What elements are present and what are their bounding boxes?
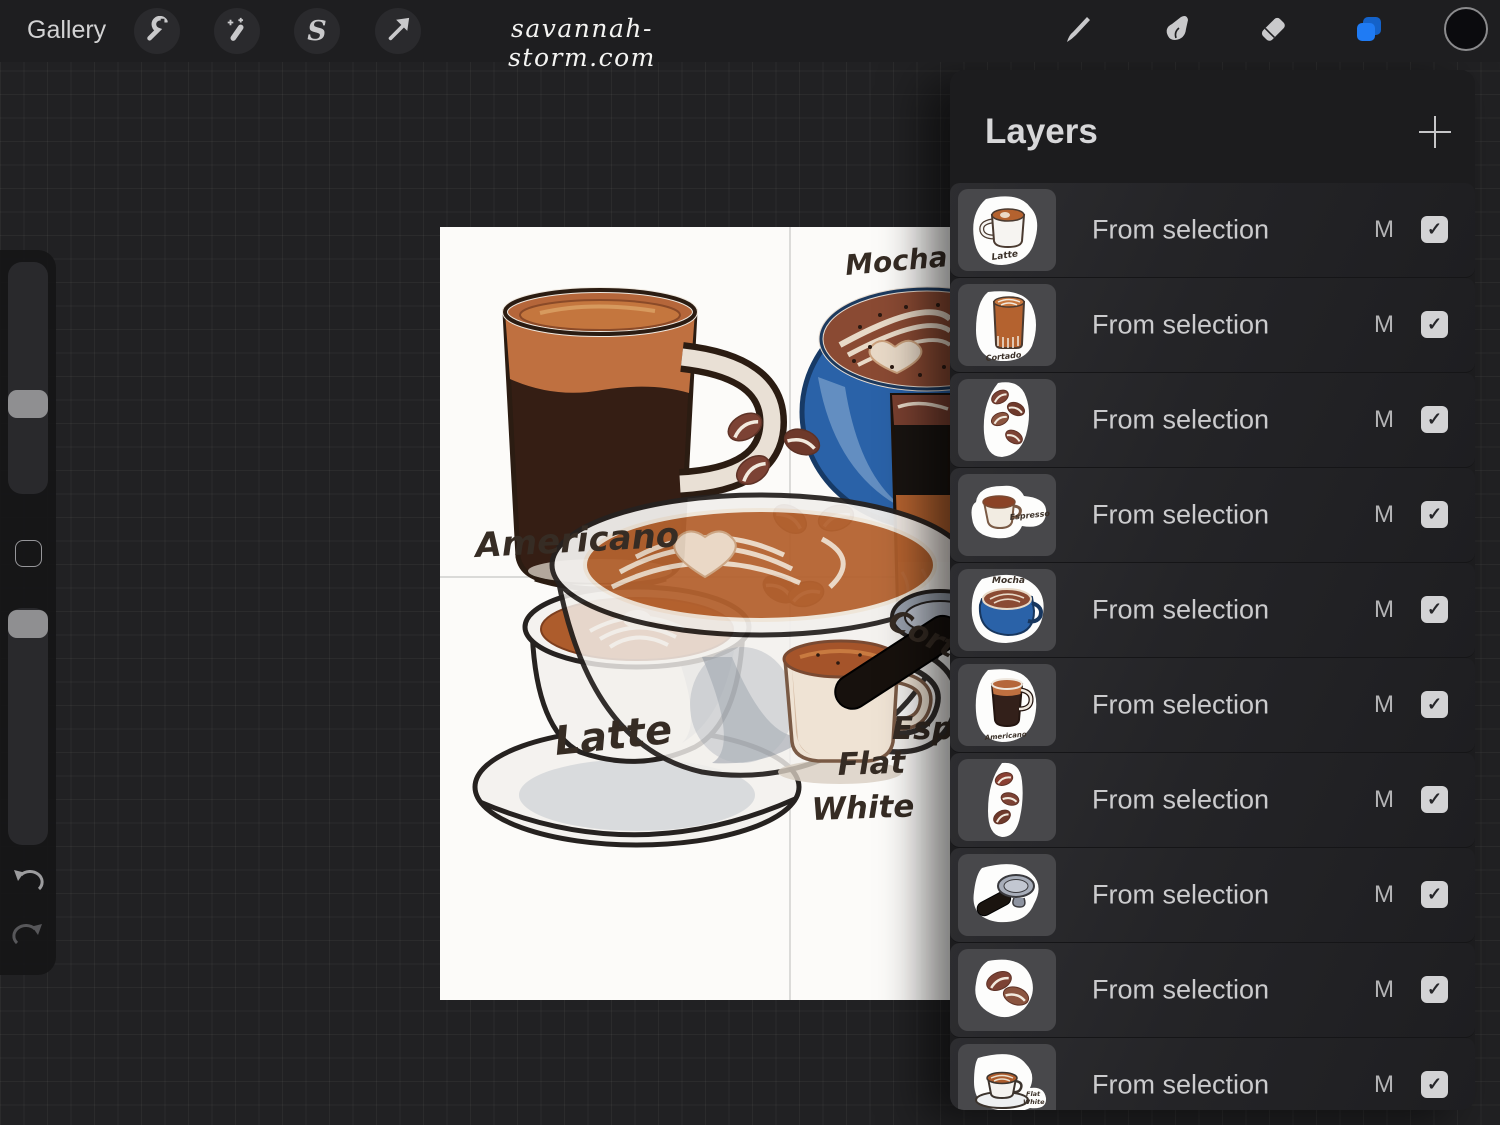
blend-mode-button[interactable]: M xyxy=(1370,501,1398,529)
layer-thumbnail-americano[interactable]: Americano xyxy=(958,664,1056,746)
modify-button[interactable] xyxy=(15,540,42,567)
blend-mode-button[interactable]: M xyxy=(1370,216,1398,244)
blend-mode-button[interactable]: M xyxy=(1370,596,1398,624)
brush-opacity-handle[interactable] xyxy=(8,610,48,638)
document-title: savannah-storm.com xyxy=(448,14,716,72)
blend-mode-button[interactable]: M xyxy=(1370,976,1398,1004)
undo-icon[interactable] xyxy=(11,868,45,896)
selection-s-icon: S xyxy=(307,16,327,47)
layer-visibility-checkbox[interactable] xyxy=(1421,501,1448,528)
svg-text:White: White xyxy=(1023,1098,1045,1106)
brush-size-slider[interactable] xyxy=(8,262,48,494)
top-toolbar: Gallery S savannah-storm.com xyxy=(0,0,1500,62)
layer-row[interactable]: From selection M xyxy=(950,373,1475,468)
blend-mode-button[interactable]: M xyxy=(1370,406,1398,434)
layers-button[interactable] xyxy=(1346,8,1392,54)
blend-mode-button[interactable]: M xyxy=(1370,786,1398,814)
layer-row[interactable]: From selection M xyxy=(950,753,1475,848)
layer-thumbnail-flat-white[interactable]: Flat White xyxy=(958,1044,1056,1110)
layer-visibility-checkbox[interactable] xyxy=(1421,406,1448,433)
layer-name[interactable]: From selection xyxy=(1092,405,1269,436)
layer-visibility-checkbox[interactable] xyxy=(1421,881,1448,908)
layer-thumbnail-beans[interactable] xyxy=(958,379,1056,461)
layers-panel: Layers Latte From selec xyxy=(950,70,1475,1110)
svg-text:Mocha: Mocha xyxy=(992,576,1025,586)
layer-visibility-checkbox[interactable] xyxy=(1421,216,1448,243)
svg-text:Esp: Esp xyxy=(892,711,950,747)
svg-text:White: White xyxy=(811,788,915,828)
layers-icon xyxy=(1353,13,1385,50)
layer-thumbnail-cortado[interactable]: Cortado xyxy=(958,284,1056,366)
eraser-button[interactable] xyxy=(1250,8,1296,54)
eraser-icon xyxy=(1258,14,1288,49)
layer-visibility-checkbox[interactable] xyxy=(1421,1071,1448,1098)
wrench-icon xyxy=(144,16,170,47)
color-button[interactable] xyxy=(1443,8,1489,54)
layer-name[interactable]: From selection xyxy=(1092,595,1269,626)
layer-row[interactable]: Cortado From selection M xyxy=(950,278,1475,373)
transform-arrow-icon xyxy=(385,16,411,47)
layer-name[interactable]: From selection xyxy=(1092,500,1269,531)
blend-mode-button[interactable]: M xyxy=(1370,1071,1398,1099)
layers-panel-title: Layers xyxy=(985,112,1098,152)
svg-text:Flat: Flat xyxy=(837,745,907,783)
layer-thumbnail-beans[interactable] xyxy=(958,759,1056,841)
layer-thumbnail-portafilter[interactable] xyxy=(958,854,1056,936)
layer-visibility-checkbox[interactable] xyxy=(1421,976,1448,1003)
color-circle-icon xyxy=(1443,6,1489,57)
brush-opacity-slider[interactable] xyxy=(8,608,48,845)
layer-name[interactable]: From selection xyxy=(1092,690,1269,721)
svg-text:Mocha: Mocha xyxy=(844,240,949,282)
plus-icon xyxy=(1417,137,1453,154)
layer-list: Latte From selection M Cortado From sele… xyxy=(950,183,1475,1110)
layer-name[interactable]: From selection xyxy=(1092,310,1269,341)
adjustments-button[interactable] xyxy=(214,8,260,54)
drawing-canvas[interactable]: Americano Mocha Latte Cort Esp Flat Whit… xyxy=(440,227,950,1000)
layer-row[interactable]: Mocha From selection M xyxy=(950,563,1475,658)
svg-text:Flat: Flat xyxy=(1026,1090,1041,1098)
blend-mode-button[interactable]: M xyxy=(1370,311,1398,339)
brush-sidebar xyxy=(0,250,56,975)
layer-row[interactable]: Espresso From selection M xyxy=(950,468,1475,563)
layer-thumbnail-espresso[interactable]: Espresso xyxy=(958,474,1056,556)
brush-size-handle[interactable] xyxy=(8,390,48,418)
layer-visibility-checkbox[interactable] xyxy=(1421,786,1448,813)
layer-visibility-checkbox[interactable] xyxy=(1421,311,1448,338)
smudge-icon xyxy=(1161,14,1191,49)
blend-mode-button[interactable]: M xyxy=(1370,691,1398,719)
brush-button[interactable] xyxy=(1055,8,1101,54)
layer-row[interactable]: From selection M xyxy=(950,943,1475,1038)
layer-thumbnail-beans[interactable] xyxy=(958,949,1056,1031)
layer-name[interactable]: From selection xyxy=(1092,215,1269,246)
layer-name[interactable]: From selection xyxy=(1092,785,1269,816)
layer-name[interactable]: From selection xyxy=(1092,880,1269,911)
actions-button[interactable] xyxy=(134,8,180,54)
layer-row[interactable]: Latte From selection M xyxy=(950,183,1475,278)
transform-button[interactable] xyxy=(375,8,421,54)
layer-thumbnail-latte[interactable]: Latte xyxy=(958,189,1056,271)
layer-thumbnail-mocha[interactable]: Mocha xyxy=(958,569,1056,651)
layer-visibility-checkbox[interactable] xyxy=(1421,596,1448,623)
smudge-button[interactable] xyxy=(1153,8,1199,54)
layer-name[interactable]: From selection xyxy=(1092,1070,1269,1101)
layer-row[interactable]: Flat White From selection M xyxy=(950,1038,1475,1110)
coffee-illustration: Americano Mocha Latte Cort Esp Flat Whit… xyxy=(440,227,950,1000)
selection-button[interactable]: S xyxy=(294,8,340,54)
layer-row[interactable]: From selection M xyxy=(950,848,1475,943)
gallery-button[interactable]: Gallery xyxy=(27,16,106,45)
add-layer-button[interactable] xyxy=(1417,114,1453,150)
layer-row[interactable]: Americano From selection M xyxy=(950,658,1475,753)
redo-icon[interactable] xyxy=(11,922,45,950)
blend-mode-button[interactable]: M xyxy=(1370,881,1398,909)
layer-visibility-checkbox[interactable] xyxy=(1421,691,1448,718)
magic-wand-icon xyxy=(224,16,250,47)
layer-name[interactable]: From selection xyxy=(1092,975,1269,1006)
brush-icon xyxy=(1063,14,1093,49)
